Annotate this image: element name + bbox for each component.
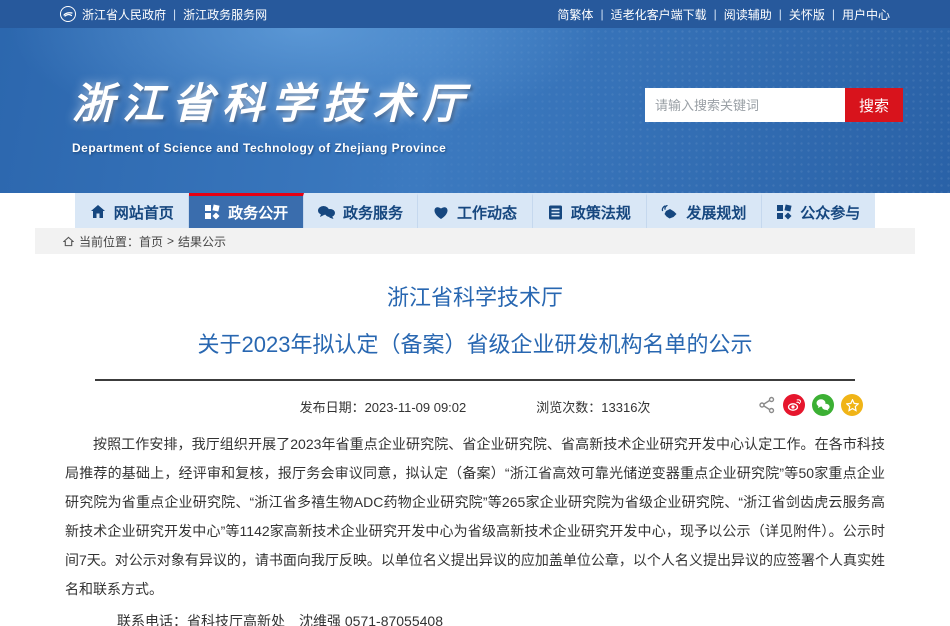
nav-label: 政务服务 xyxy=(343,202,403,223)
search-button[interactable]: 搜索 xyxy=(845,88,903,122)
nav-item-home[interactable]: 网站首页 xyxy=(75,193,189,228)
public-participation-icon xyxy=(776,204,792,220)
topbar-separator: | xyxy=(173,7,176,21)
link-elderly-client-download[interactable]: 适老化客户端下载 xyxy=(611,6,707,23)
article-meta: 发布日期：2023-11-09 09:02 浏览次数：13316次 xyxy=(65,394,885,418)
nav-label: 工作动态 xyxy=(457,202,517,223)
topbar-right-links: 简繁体 | 适老化客户端下载 | 阅读辅助 | 关怀版 | 用户中心 xyxy=(557,6,890,23)
view-count: 浏览次数：13316次 xyxy=(536,397,650,416)
share-buttons xyxy=(758,394,863,416)
breadcrumb-separator: > xyxy=(167,234,174,248)
nav-item-work-updates[interactable]: 工作动态 xyxy=(418,193,532,228)
article-paragraph: 按照工作安排，我厅组织开展了2023年省重点企业研究院、省企业研究院、省高新技术… xyxy=(65,430,885,604)
nav-label: 政务公开 xyxy=(228,202,288,223)
link-zhejiang-service[interactable]: 浙江政务服务网 xyxy=(183,6,267,23)
handshake-icon xyxy=(661,205,678,220)
qzone-share-icon[interactable] xyxy=(841,394,863,416)
nav-label: 公众参与 xyxy=(800,202,860,223)
header-banner: 浙江省科学技术厅 Department of Science and Techn… xyxy=(0,28,950,193)
title-divider xyxy=(95,379,855,381)
contact-phone: 联系电话：省科技厅高新处 沈维强 0571-87055408 xyxy=(117,608,885,626)
search-input[interactable] xyxy=(645,88,845,122)
search-box: 搜索 xyxy=(645,88,903,122)
publish-date: 发布日期：2023-11-09 09:02 xyxy=(300,397,467,416)
breadcrumb-prefix: 当前位置： xyxy=(79,233,139,250)
nav-item-policies[interactable]: 政策法规 xyxy=(533,193,647,228)
link-care-version[interactable]: 关怀版 xyxy=(789,6,825,23)
document-icon xyxy=(548,205,563,220)
nav-item-development-plans[interactable]: 发展规划 xyxy=(647,193,761,228)
breadcrumb: 当前位置： 首页 > 结果公示 xyxy=(35,228,915,254)
gov-disclosure-icon xyxy=(204,204,220,220)
gov-emblem-icon xyxy=(60,6,76,22)
site-subtitle-english: Department of Science and Technology of … xyxy=(72,141,472,155)
link-zhejiang-gov[interactable]: 浙江省人民政府 xyxy=(82,6,166,23)
nav-label: 网站首页 xyxy=(114,202,174,223)
breadcrumb-home-icon xyxy=(63,236,74,247)
nav-label: 政策法规 xyxy=(571,202,631,223)
nav-label: 发展规划 xyxy=(686,202,746,223)
share-icon[interactable] xyxy=(758,396,776,414)
link-simplified-traditional[interactable]: 简繁体 xyxy=(557,6,593,23)
site-title: 浙江省科学技术厅 xyxy=(72,70,472,131)
wechat-share-icon[interactable] xyxy=(812,394,834,416)
nav-item-gov-disclosure[interactable]: 政务公开 xyxy=(189,193,303,228)
article-title-line2: 关于2023年拟认定（备案）省级企业研发机构名单的公示 xyxy=(65,327,885,359)
nav-item-gov-services[interactable]: 政务服务 xyxy=(304,193,418,228)
chat-bubbles-icon xyxy=(318,205,335,220)
breadcrumb-home-link[interactable]: 首页 xyxy=(139,233,163,250)
topbar-left-links: 浙江省人民政府 | 浙江政务服务网 xyxy=(60,6,267,23)
breadcrumb-current: 结果公示 xyxy=(178,233,226,250)
link-reading-assist[interactable]: 阅读辅助 xyxy=(724,6,772,23)
article-title-line1: 浙江省科学技术厅 xyxy=(65,280,885,312)
nav-item-public-participation[interactable]: 公众参与 xyxy=(762,193,875,228)
top-utility-bar: 浙江省人民政府 | 浙江政务服务网 简繁体 | 适老化客户端下载 | 阅读辅助 … xyxy=(0,0,950,28)
main-navigation: 网站首页 政务公开 政务服务 工作动态 政策法规 发展规划 公众参与 xyxy=(75,193,875,228)
home-icon xyxy=(90,204,106,220)
article-content: 浙江省科学技术厅 关于2023年拟认定（备案）省级企业研发机构名单的公示 发布日… xyxy=(65,254,885,626)
heart-icon xyxy=(433,205,449,220)
link-user-center[interactable]: 用户中心 xyxy=(842,6,890,23)
site-logo[interactable]: 浙江省科学技术厅 Department of Science and Techn… xyxy=(72,70,472,155)
weibo-share-icon[interactable] xyxy=(783,394,805,416)
contact-info: 联系电话：省科技厅高新处 沈维强 0571-87055408 监督电话：省科技厅… xyxy=(65,608,885,626)
